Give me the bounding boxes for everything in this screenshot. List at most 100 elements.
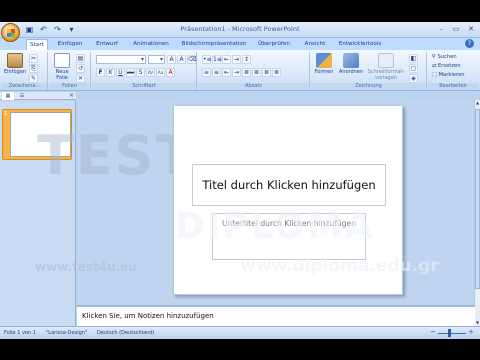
tab-start[interactable]: Start: [26, 39, 48, 50]
maximize-button[interactable]: ▭: [449, 23, 463, 35]
layout-icon[interactable]: ▤: [76, 54, 85, 63]
undo-icon[interactable]: ↶: [38, 24, 49, 35]
tab-slides-icon[interactable]: ▦: [2, 92, 14, 100]
cut-icon[interactable]: ✂: [29, 54, 38, 63]
tab-bildschirmpraesentation[interactable]: Bildschirmpräsentation: [180, 39, 248, 50]
underline-button[interactable]: U: [116, 68, 125, 77]
zoom-in-icon[interactable]: +: [468, 328, 474, 336]
tab-entwurf[interactable]: Entwurf: [92, 39, 122, 50]
font-color-button[interactable]: A: [166, 68, 175, 77]
new-slide-button[interactable]: Neue Folie: [51, 53, 73, 81]
panel-close-icon[interactable]: ×: [69, 92, 74, 100]
align-center-button[interactable]: ≡: [212, 68, 221, 77]
clipboard-small-buttons: ✂ ⎘ ✎: [29, 54, 38, 83]
tab-outline-icon[interactable]: ☰: [16, 92, 28, 100]
arrange-button[interactable]: Anordnen: [338, 53, 364, 75]
smartart-button[interactable]: ≣: [272, 68, 281, 77]
group-paragraph: •≡ 1≡ ⇤ ⇥ ↕ ≡ ≡ ⇤ ⇥ ≣ ≣ ≣ ≣ Absatz: [198, 52, 310, 90]
change-case-button[interactable]: Aa: [156, 68, 165, 77]
bullets-button[interactable]: •≡: [202, 55, 212, 64]
close-button[interactable]: ✕: [464, 23, 478, 35]
bold-button[interactable]: F: [96, 68, 105, 77]
text-direction-button[interactable]: ≣: [252, 68, 261, 77]
quick-styles-button[interactable]: Schnellformat-vorlagen: [366, 53, 406, 81]
shapes-label: Formen: [314, 69, 334, 75]
line-spacing-button[interactable]: ↕: [242, 55, 251, 64]
status-theme[interactable]: "Larissa-Design": [46, 330, 87, 336]
decrease-indent-button[interactable]: ⇤: [222, 55, 231, 64]
tab-ansicht[interactable]: Ansicht: [300, 39, 330, 50]
columns-button[interactable]: ≣: [242, 68, 251, 77]
subtitle-placeholder[interactable]: Untertitel durch Klicken hinzufügen: [212, 213, 366, 260]
screen-frame: Präsentation1 - Microsoft PowerPoint ▣ ↶…: [0, 0, 480, 360]
tab-ueberpruefen[interactable]: Überprüfen: [256, 39, 292, 50]
office-button[interactable]: [1, 23, 20, 42]
shadow-button[interactable]: S: [136, 68, 145, 77]
slide-thumbnail-1[interactable]: 1: [2, 109, 72, 160]
new-slide-label: Neue Folie: [55, 69, 69, 81]
new-slide-icon: [54, 53, 70, 68]
help-icon[interactable]: ?: [465, 39, 474, 48]
outline-icon[interactable]: ▢: [409, 64, 418, 73]
tab-einfuegen[interactable]: Einfügen: [55, 39, 85, 50]
tab-animationen[interactable]: Animationen: [130, 39, 172, 50]
shrink-font-icon[interactable]: A: [177, 55, 186, 64]
font-size-buttons: A A ⌫: [167, 55, 196, 64]
letterbox-bottom: [0, 339, 480, 360]
slide-canvas[interactable]: Titel durch Klicken hinzufügen Untertite…: [173, 105, 403, 295]
paste-button[interactable]: Einfügen: [4, 53, 26, 75]
char-spacing-button[interactable]: AV: [146, 68, 155, 77]
effects-icon[interactable]: ◈: [409, 74, 418, 83]
group-label-paragraph: Absatz: [198, 83, 309, 90]
group-slides: Neue Folie ▤ ↺ ✕ Folien: [49, 52, 91, 90]
justify-button[interactable]: ⇥: [232, 68, 241, 77]
slides-panel: 1: [0, 101, 76, 326]
tab-entwicklertools[interactable]: Entwicklertools: [336, 39, 384, 50]
zoom-track: [438, 332, 466, 334]
increase-indent-button[interactable]: ⇥: [232, 55, 241, 64]
fill-icon[interactable]: ◧: [409, 54, 418, 63]
select-label: Markieren: [438, 72, 465, 78]
shapes-button[interactable]: Formen: [313, 53, 335, 75]
quick-styles-label: Schnellformat-vorlagen: [367, 69, 405, 81]
zoom-knob[interactable]: [448, 329, 451, 337]
quick-styles-icon: [378, 53, 394, 68]
vertical-scrollbar[interactable]: ▲ ▼: [474, 100, 480, 326]
reset-icon[interactable]: ↺: [76, 64, 85, 73]
align-left-button[interactable]: ≡: [202, 68, 211, 77]
title-placeholder[interactable]: Titel durch Klicken hinzufügen: [192, 164, 386, 206]
minimize-button[interactable]: –: [434, 23, 448, 35]
format-painter-icon[interactable]: ✎: [29, 74, 38, 83]
paste-label: Einfügen: [4, 69, 27, 75]
numbering-button[interactable]: 1≡: [212, 55, 222, 64]
grow-font-icon[interactable]: A: [167, 55, 176, 64]
align-right-button[interactable]: ⇤: [222, 68, 231, 77]
notes-pane[interactable]: Klicken Sie, um Notizen hinzuzufügen: [77, 305, 475, 326]
align-text-button[interactable]: ≣: [262, 68, 271, 77]
customize-dropdown-icon[interactable]: ▾: [66, 24, 77, 35]
find-label: Suchen: [437, 54, 457, 60]
status-language[interactable]: Deutsch (Deutschland): [97, 330, 154, 336]
font-size-combo[interactable]: [148, 55, 165, 64]
group-font: A A ⌫ F K U abc S AV Aa A Schriftart: [92, 52, 197, 90]
window-controls: – ▭ ✕: [434, 23, 478, 35]
delete-slide-icon[interactable]: ✕: [76, 74, 85, 83]
scroll-thumb[interactable]: [475, 109, 480, 289]
zoom-slider[interactable]: − +: [430, 328, 474, 337]
replace-button[interactable]: ⇄ Ersetzen: [432, 63, 461, 69]
zoom-out-icon[interactable]: −: [430, 328, 436, 336]
save-icon[interactable]: ▣: [24, 24, 35, 35]
select-button[interactable]: ⬚ Markieren: [432, 72, 465, 78]
strikethrough-button[interactable]: abc: [126, 68, 135, 77]
shapes-icon: [316, 53, 332, 68]
title-bar: Präsentation1 - Microsoft PowerPoint ▣ ↶…: [0, 22, 480, 38]
italic-button[interactable]: K: [106, 68, 115, 77]
copy-icon[interactable]: ⎘: [29, 64, 38, 73]
slide-editing-area: TEST 4U Titel durch Klicken hinzufügen U…: [35, 100, 475, 326]
find-button[interactable]: ⚲ Suchen: [432, 54, 457, 60]
scroll-up-icon[interactable]: ▲: [475, 100, 480, 106]
font-family-combo[interactable]: [96, 55, 146, 64]
redo-icon[interactable]: ↷: [52, 24, 63, 35]
letterbox-top: [0, 0, 480, 22]
clear-format-icon[interactable]: ⌫: [187, 55, 196, 64]
